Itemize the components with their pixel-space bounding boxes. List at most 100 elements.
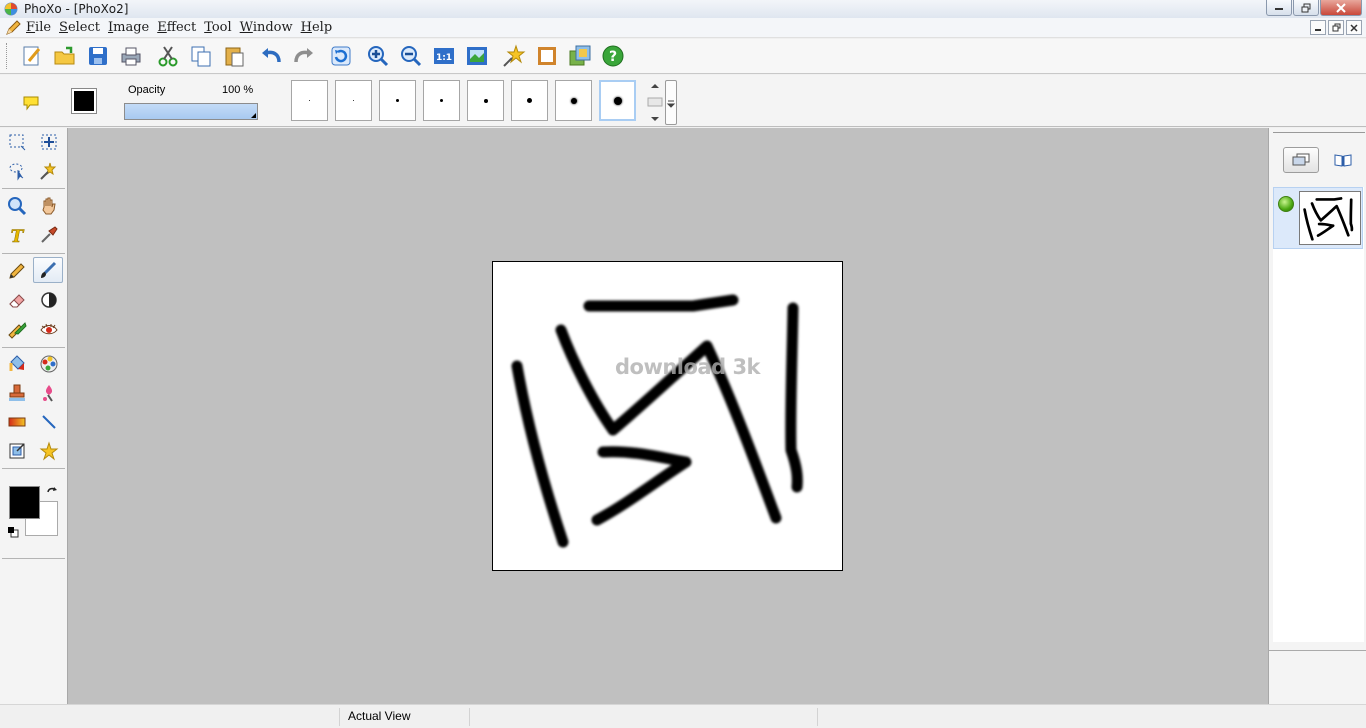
drawing-strokes: download 3k: [511, 294, 803, 548]
menu-help[interactable]: Help: [301, 20, 341, 35]
redo-button[interactable]: [287, 41, 320, 71]
fill-tool[interactable]: [2, 351, 32, 377]
swap-colors-icon[interactable]: [46, 486, 58, 498]
brush-size-option[interactable]: [291, 80, 328, 121]
lasso-tool[interactable]: [2, 158, 32, 184]
eyedropper-tool[interactable]: [34, 222, 64, 248]
brush-dot-icon: [353, 100, 354, 101]
menu-file[interactable]: File: [26, 20, 59, 35]
close-icon: [1350, 23, 1358, 32]
refresh-icon: [331, 46, 350, 66]
clone-stamp-icon: [8, 322, 27, 339]
brush-size-option[interactable]: [467, 80, 504, 121]
help-button[interactable]: ?: [596, 41, 629, 71]
menu-tool[interactable]: Tool: [204, 20, 239, 35]
print-button[interactable]: [114, 41, 147, 71]
save-button[interactable]: [81, 41, 114, 71]
image-canvas[interactable]: download 3k: [492, 261, 843, 571]
paste-button[interactable]: [217, 41, 250, 71]
child-close-button[interactable]: [1346, 20, 1362, 35]
child-minimize-button[interactable]: [1310, 20, 1326, 35]
layer-visibility-icon[interactable]: [1278, 196, 1294, 212]
undo-button[interactable]: [254, 41, 287, 71]
clone-tool[interactable]: [2, 316, 32, 342]
open-button[interactable]: [48, 41, 81, 71]
brush-size-option[interactable]: [379, 80, 416, 121]
menu-effect[interactable]: Effect: [157, 20, 204, 35]
minimize-button[interactable]: [1266, 0, 1292, 16]
gradient-tool[interactable]: [2, 409, 32, 435]
pencil-icon: [9, 263, 25, 279]
gallery-button[interactable]: [563, 41, 596, 71]
brush-scroll-arrows-icon[interactable]: [646, 80, 664, 125]
layer-item[interactable]: [1273, 187, 1363, 249]
zoom-in-button[interactable]: [361, 41, 394, 71]
brush-size-list: [291, 80, 643, 121]
transform-tool[interactable]: [2, 438, 32, 464]
toolbar-grip[interactable]: [6, 43, 9, 69]
text-tool[interactable]: T: [2, 222, 32, 248]
opacity-slider[interactable]: [124, 103, 258, 120]
restore-icon: [1301, 3, 1311, 12]
scissors-icon: [158, 46, 177, 67]
watermark-text: download 3k: [615, 355, 762, 379]
eraser-tool[interactable]: [2, 287, 32, 313]
eyedropper-icon: [41, 226, 58, 243]
actual-size-button[interactable]: 1:1: [427, 41, 460, 71]
shape-tool[interactable]: [34, 438, 64, 464]
copy-button[interactable]: [184, 41, 217, 71]
brush-size-option[interactable]: [511, 80, 548, 121]
frame-button[interactable]: [530, 41, 563, 71]
stamp-tool[interactable]: [2, 380, 32, 406]
effects-button[interactable]: [497, 41, 530, 71]
foreground-color-swatch[interactable]: [9, 486, 40, 519]
cut-button[interactable]: [151, 41, 184, 71]
svg-text:?: ?: [608, 49, 616, 65]
brush-tool[interactable]: [33, 257, 63, 283]
color-replace-tool[interactable]: [34, 351, 64, 377]
reset-colors-icon[interactable]: [7, 526, 19, 538]
child-restore-button[interactable]: [1328, 20, 1344, 35]
restore-button[interactable]: [1293, 0, 1319, 16]
contrast-tool[interactable]: [34, 287, 64, 313]
red-eye-tool[interactable]: [34, 316, 64, 342]
zoom-out-button[interactable]: [394, 41, 427, 71]
contrast-icon: [41, 292, 57, 308]
move-select-tool[interactable]: [34, 129, 64, 155]
close-button[interactable]: [1320, 0, 1362, 16]
refresh-button[interactable]: [324, 41, 357, 71]
comment-bubble-icon[interactable]: [22, 95, 40, 111]
brush-dot-icon: [570, 97, 577, 104]
brush-size-option[interactable]: [335, 80, 372, 121]
rect-select-tool[interactable]: [2, 129, 32, 155]
line-tool[interactable]: [34, 409, 64, 435]
menu-select[interactable]: Select: [59, 20, 108, 35]
stamp-icon: [9, 384, 25, 401]
brush-dot-icon: [483, 98, 488, 103]
magic-wand-tool[interactable]: [34, 158, 64, 184]
menu-image[interactable]: Image: [108, 20, 157, 35]
hand-tool[interactable]: [34, 193, 64, 219]
minimize-icon: [1275, 7, 1283, 10]
history-tab-button[interactable]: [1325, 147, 1361, 173]
redo-icon: [293, 48, 313, 63]
canvas-workspace[interactable]: download 3k: [68, 128, 1268, 704]
layers-tab-button[interactable]: [1283, 147, 1319, 173]
opacity-label: Opacity: [128, 84, 166, 96]
brush-size-option[interactable]: [555, 80, 592, 121]
brush-dropdown-button[interactable]: [665, 80, 677, 125]
zoom-tool[interactable]: [2, 193, 32, 219]
brush-size-option[interactable]: [423, 80, 460, 121]
pencil-tool[interactable]: [2, 258, 32, 284]
fit-window-button[interactable]: [460, 41, 493, 71]
gradient-icon: [8, 417, 26, 427]
new-file-button[interactable]: [15, 41, 48, 71]
layer-thumbnail-image: [1303, 197, 1354, 241]
brush-size-option[interactable]: [599, 80, 636, 121]
frame-icon: [537, 47, 556, 65]
menu-window[interactable]: Window: [240, 20, 301, 35]
brush-color-swatch[interactable]: [71, 88, 97, 114]
brush-list-scroller: [646, 80, 678, 125]
smudge-tool[interactable]: [34, 380, 64, 406]
help-icon: ?: [602, 45, 623, 67]
